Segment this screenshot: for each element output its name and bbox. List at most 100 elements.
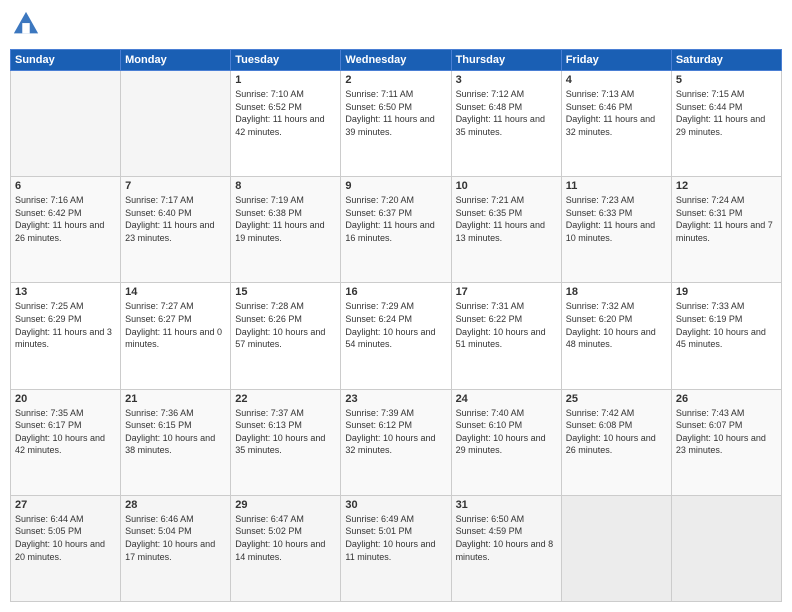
day-info: Sunrise: 6:50 AM Sunset: 4:59 PM Dayligh… [456, 513, 557, 563]
calendar-cell [11, 71, 121, 177]
calendar-cell: 11 Sunrise: 7:23 AM Sunset: 6:33 PM Dayli… [561, 177, 671, 283]
day-number: 6 [15, 180, 116, 192]
day-number: 14 [125, 286, 226, 298]
day-number: 26 [676, 393, 777, 405]
day-number: 13 [15, 286, 116, 298]
calendar-cell: 18 Sunrise: 7:32 AM Sunset: 6:20 PM Dayli… [561, 283, 671, 389]
day-number: 31 [456, 499, 557, 511]
day-info: Sunrise: 7:40 AM Sunset: 6:10 PM Dayligh… [456, 407, 557, 457]
day-info: Sunrise: 7:36 AM Sunset: 6:15 PM Dayligh… [125, 407, 226, 457]
day-info: Sunrise: 7:29 AM Sunset: 6:24 PM Dayligh… [345, 300, 446, 350]
day-number: 4 [566, 74, 667, 86]
calendar-cell: 24Sunrise: 7:40 AM Sunset: 6:10 PM Dayli… [451, 389, 561, 495]
calendar-cell: 10 Sunrise: 7:21 AM Sunset: 6:35 PM Dayli… [451, 177, 561, 283]
day-number: 23 [345, 393, 446, 405]
calendar-cell: 8 Sunrise: 7:19 AM Sunset: 6:38 PM Daylig… [231, 177, 341, 283]
calendar-cell: 20 Sunrise: 7:35 AM Sunset: 6:17 PM Dayli… [11, 389, 121, 495]
calendar-cell: 21Sunrise: 7:36 AM Sunset: 6:15 PM Dayli… [121, 389, 231, 495]
calendar-cell: 17 Sunrise: 7:31 AM Sunset: 6:22 PM Dayli… [451, 283, 561, 389]
day-info: Sunrise: 7:24 AM Sunset: 6:31 PM Dayligh… [676, 194, 777, 244]
day-number: 27 [15, 499, 116, 511]
day-number: 17 [456, 286, 557, 298]
day-number: 28 [125, 499, 226, 511]
day-number: 9 [345, 180, 446, 192]
day-info: Sunrise: 7:43 AM Sunset: 6:07 PM Dayligh… [676, 407, 777, 457]
weekday-header-wednesday: Wednesday [341, 50, 451, 71]
day-number: 18 [566, 286, 667, 298]
day-info: Sunrise: 7:13 AM Sunset: 6:46 PM Dayligh… [566, 88, 667, 138]
calendar-cell: 15 Sunrise: 7:28 AM Sunset: 6:26 PM Dayli… [231, 283, 341, 389]
header [10, 10, 782, 43]
page: SundayMondayTuesdayWednesdayThursdayFrid… [0, 0, 792, 612]
day-number: 8 [235, 180, 336, 192]
calendar-cell: 31 Sunrise: 6:50 AM Sunset: 4:59 PM Dayli… [451, 495, 561, 601]
calendar-cell: 28Sunrise: 6:46 AM Sunset: 5:04 PM Dayli… [121, 495, 231, 601]
calendar-cell: 22Sunrise: 7:37 AM Sunset: 6:13 PM Dayli… [231, 389, 341, 495]
logo-icon [12, 10, 40, 38]
calendar-cell [121, 71, 231, 177]
day-number: 25 [566, 393, 667, 405]
calendar-table: SundayMondayTuesdayWednesdayThursdayFrid… [10, 49, 782, 602]
day-number: 20 [15, 393, 116, 405]
day-info: Sunrise: 7:31 AM Sunset: 6:22 PM Dayligh… [456, 300, 557, 350]
calendar-cell: 29Sunrise: 6:47 AM Sunset: 5:02 PM Dayli… [231, 495, 341, 601]
day-info: Sunrise: 7:23 AM Sunset: 6:33 PM Dayligh… [566, 194, 667, 244]
day-info: Sunrise: 7:25 AM Sunset: 6:29 PM Dayligh… [15, 300, 116, 350]
calendar-cell [671, 495, 781, 601]
calendar-cell: 7 Sunrise: 7:17 AM Sunset: 6:40 PM Daylig… [121, 177, 231, 283]
day-number: 29 [235, 499, 336, 511]
calendar-cell: 27Sunrise: 6:44 AM Sunset: 5:05 PM Dayli… [11, 495, 121, 601]
calendar-cell: 23 Sunrise: 7:39 AM Sunset: 6:12 PM Dayli… [341, 389, 451, 495]
calendar-cell: 30Sunrise: 6:49 AM Sunset: 5:01 PM Dayli… [341, 495, 451, 601]
week-row-3: 13 Sunrise: 7:25 AM Sunset: 6:29 PM Dayli… [11, 283, 782, 389]
day-info: Sunrise: 7:28 AM Sunset: 6:26 PM Dayligh… [235, 300, 336, 350]
day-info: Sunrise: 7:21 AM Sunset: 6:35 PM Dayligh… [456, 194, 557, 244]
calendar-cell: 2 Sunrise: 7:11 AM Sunset: 6:50 PM Daylig… [341, 71, 451, 177]
day-number: 7 [125, 180, 226, 192]
day-info: Sunrise: 7:16 AM Sunset: 6:42 PM Dayligh… [15, 194, 116, 244]
weekday-header-sunday: Sunday [11, 50, 121, 71]
calendar-cell: 26 Sunrise: 7:43 AM Sunset: 6:07 PM Dayli… [671, 389, 781, 495]
week-row-2: 6 Sunrise: 7:16 AM Sunset: 6:42 PM Daylig… [11, 177, 782, 283]
day-info: Sunrise: 7:17 AM Sunset: 6:40 PM Dayligh… [125, 194, 226, 244]
calendar-cell: 13 Sunrise: 7:25 AM Sunset: 6:29 PM Dayli… [11, 283, 121, 389]
calendar-cell [561, 495, 671, 601]
day-info: Sunrise: 7:11 AM Sunset: 6:50 PM Dayligh… [345, 88, 446, 138]
day-info: Sunrise: 7:35 AM Sunset: 6:17 PM Dayligh… [15, 407, 116, 457]
day-info: Sunrise: 6:49 AM Sunset: 5:01 PM Dayligh… [345, 513, 446, 563]
day-info: Sunrise: 7:42 AM Sunset: 6:08 PM Dayligh… [566, 407, 667, 457]
day-info: Sunrise: 7:27 AM Sunset: 6:27 PM Dayligh… [125, 300, 226, 350]
week-row-1: 1 Sunrise: 7:10 AM Sunset: 6:52 PM Daylig… [11, 71, 782, 177]
weekday-header-monday: Monday [121, 50, 231, 71]
weekday-header-row: SundayMondayTuesdayWednesdayThursdayFrid… [11, 50, 782, 71]
calendar-cell: 12 Sunrise: 7:24 AM Sunset: 6:31 PM Dayli… [671, 177, 781, 283]
day-number: 22 [235, 393, 336, 405]
calendar-cell: 14 Sunrise: 7:27 AM Sunset: 6:27 PM Dayli… [121, 283, 231, 389]
week-row-4: 20 Sunrise: 7:35 AM Sunset: 6:17 PM Dayli… [11, 389, 782, 495]
day-number: 5 [676, 74, 777, 86]
day-info: Sunrise: 7:12 AM Sunset: 6:48 PM Dayligh… [456, 88, 557, 138]
day-info: Sunrise: 7:20 AM Sunset: 6:37 PM Dayligh… [345, 194, 446, 244]
calendar-cell: 5 Sunrise: 7:15 AM Sunset: 6:44 PM Daylig… [671, 71, 781, 177]
day-number: 3 [456, 74, 557, 86]
day-info: Sunrise: 7:39 AM Sunset: 6:12 PM Dayligh… [345, 407, 446, 457]
day-number: 11 [566, 180, 667, 192]
logo [10, 10, 40, 43]
day-number: 16 [345, 286, 446, 298]
day-number: 2 [345, 74, 446, 86]
day-number: 1 [235, 74, 336, 86]
weekday-header-friday: Friday [561, 50, 671, 71]
day-number: 15 [235, 286, 336, 298]
day-info: Sunrise: 7:32 AM Sunset: 6:20 PM Dayligh… [566, 300, 667, 350]
day-info: Sunrise: 7:19 AM Sunset: 6:38 PM Dayligh… [235, 194, 336, 244]
calendar-cell: 6 Sunrise: 7:16 AM Sunset: 6:42 PM Daylig… [11, 177, 121, 283]
day-info: Sunrise: 7:33 AM Sunset: 6:19 PM Dayligh… [676, 300, 777, 350]
day-info: Sunrise: 7:10 AM Sunset: 6:52 PM Dayligh… [235, 88, 336, 138]
day-number: 10 [456, 180, 557, 192]
weekday-header-thursday: Thursday [451, 50, 561, 71]
calendar-cell: 4 Sunrise: 7:13 AM Sunset: 6:46 PM Daylig… [561, 71, 671, 177]
calendar-cell: 19Sunrise: 7:33 AM Sunset: 6:19 PM Dayli… [671, 283, 781, 389]
day-number: 12 [676, 180, 777, 192]
weekday-header-tuesday: Tuesday [231, 50, 341, 71]
day-info: Sunrise: 7:15 AM Sunset: 6:44 PM Dayligh… [676, 88, 777, 138]
